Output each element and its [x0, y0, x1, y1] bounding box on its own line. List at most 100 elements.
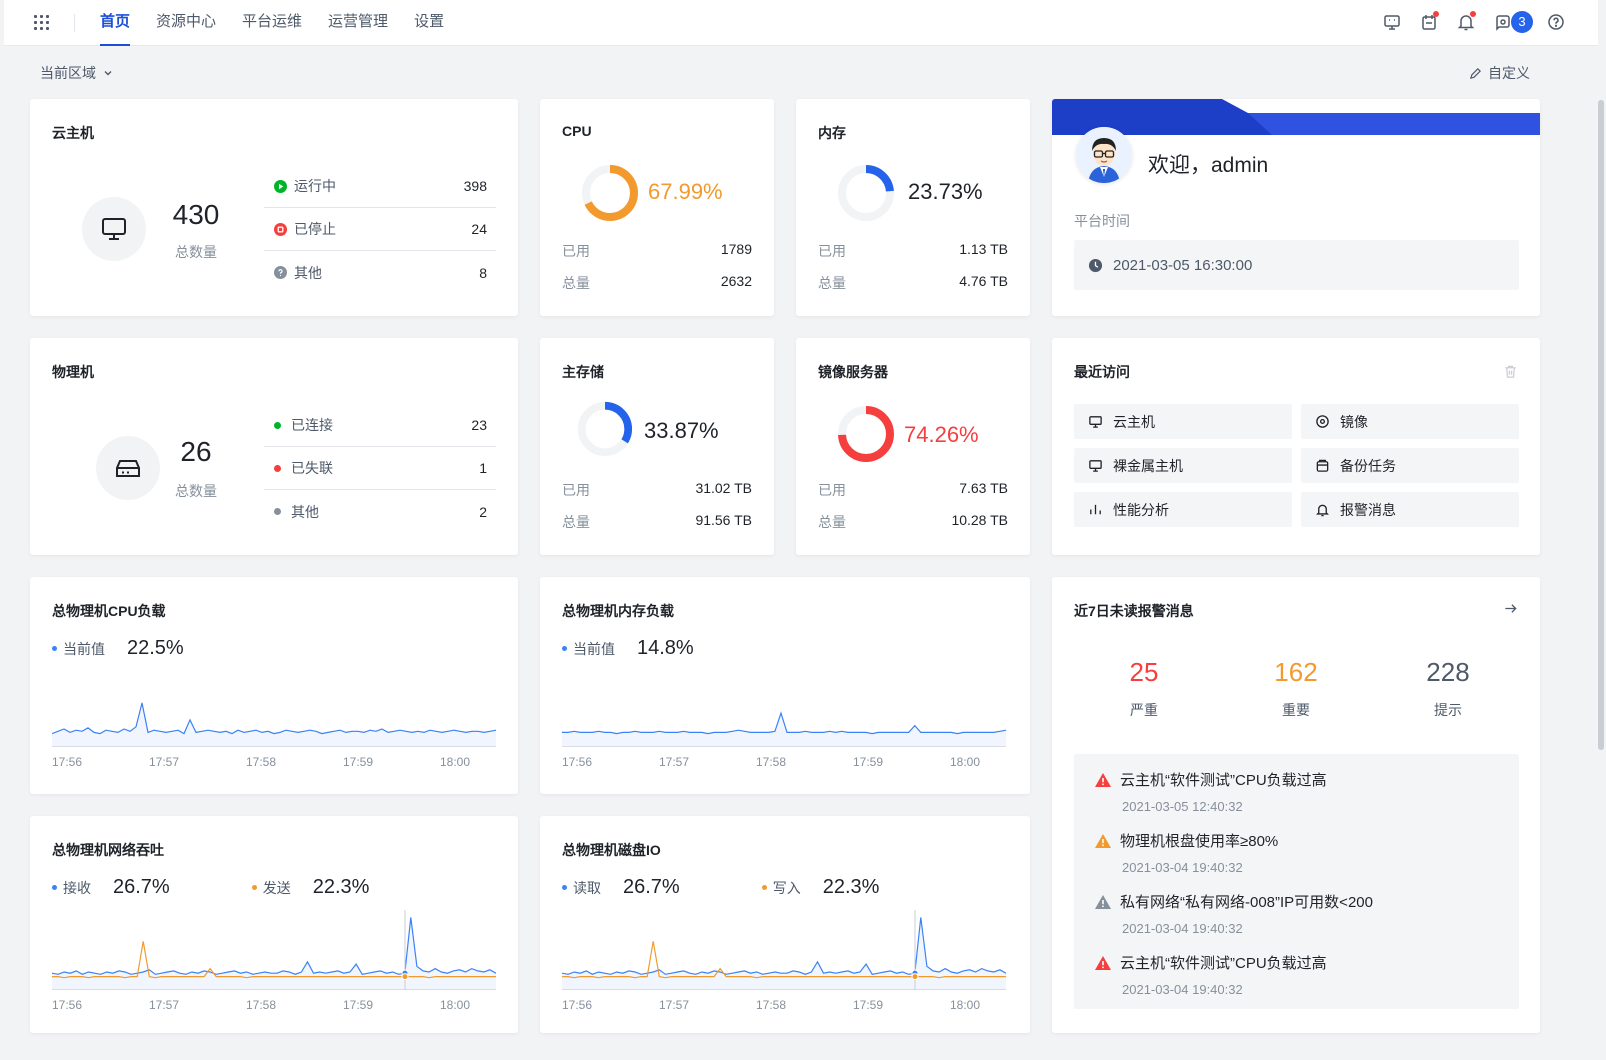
page-scrollbar[interactable]: [1598, 46, 1606, 1060]
mem-load-title: 总物理机内存负载: [562, 603, 674, 619]
mem-load-card[interactable]: 总物理机内存负载 当前值 14.8% 17:56 17:57 17:58 17:59 1…: [540, 577, 1030, 794]
nav-item-resource-center[interactable]: 资源中心: [156, 0, 216, 46]
image-server-card[interactable]: 镜像服务器 74.26% 已用 7.63 TB 总量 10.28 TB: [796, 338, 1030, 555]
disk-io-card[interactable]: 总物理机磁盘IO 读取 26.7% 写入 22.3% 17:56 17:57 17:…: [540, 816, 1030, 1033]
network-chart: [52, 910, 496, 990]
status-value: 1: [479, 460, 487, 476]
recent-item-backup[interactable]: 备份任务: [1301, 448, 1519, 483]
customize-label: 自定义: [1488, 65, 1530, 81]
image-server-card-title: 镜像服务器: [818, 364, 888, 380]
message-icon[interactable]: 3: [1491, 10, 1533, 34]
alert-time: 2021-03-04 19:40:32: [1122, 860, 1243, 875]
memory-card[interactable]: 内存 23.73% 已用 1.13 TB 总量 4.76 TB: [796, 99, 1030, 316]
mem-load-chart: [562, 711, 1006, 747]
nav-item-settings[interactable]: 设置: [414, 0, 444, 46]
vm-status-other[interactable]: 其他 8: [264, 251, 496, 294]
alert-item[interactable]: 私有网络“私有网络-008”IP可用数<200 2021-03-04 19:40…: [1094, 891, 1373, 936]
hover-point: [911, 973, 919, 981]
alert-item[interactable]: 云主机“软件测试”CPU负载过高 2021-03-04 19:40:32: [1094, 952, 1327, 997]
legend-dot: [52, 885, 57, 890]
warning-icon: [1095, 894, 1111, 909]
x-tick-label: 18:00: [950, 998, 981, 1012]
recent-item-label: 性能分析: [1113, 501, 1169, 518]
region-selector[interactable]: 当前区域: [40, 63, 114, 83]
warning-icon: [1095, 833, 1111, 848]
x-tick-label: 17:57: [659, 998, 690, 1012]
alert-count-major[interactable]: 162 重要: [1236, 657, 1356, 720]
bar-chart-icon: [1090, 504, 1101, 515]
recent-item-alarm[interactable]: 报警消息: [1301, 492, 1519, 527]
memory-card-title: 内存: [818, 125, 846, 141]
alert-count-value: 228: [1426, 657, 1470, 687]
alert-count-info[interactable]: 228 提示: [1388, 657, 1508, 720]
app-grid-icon[interactable]: [32, 13, 52, 33]
cpu-card[interactable]: CPU 67.99% 已用 1789 总量 2632: [540, 99, 774, 316]
image-server-percent: 74.26%: [904, 422, 979, 447]
recv-label: 接收: [63, 880, 91, 896]
write-value: 22.3%: [822, 876, 880, 898]
disk-io-current: 读取 26.7% 写入 22.3%: [562, 876, 879, 899]
read-label: 读取: [573, 880, 601, 896]
alert-count-critical[interactable]: 25 严重: [1084, 657, 1204, 720]
scrollbar-thumb[interactable]: [1598, 100, 1604, 750]
total-value: 4.76 TB: [959, 273, 1008, 289]
cpu-load-current: 当前值 22.5%: [52, 637, 184, 660]
bell-icon[interactable]: [1454, 10, 1478, 34]
host-status-connected[interactable]: 已连接 23: [264, 404, 496, 447]
bell-icon: [1316, 504, 1329, 517]
cpu-donut: [582, 165, 638, 221]
mem-load-current: 当前值 14.8%: [562, 637, 694, 660]
total-value: 2632: [720, 273, 752, 289]
alert-item[interactable]: 云主机“软件测试”CPU负载过高 2021-03-05 12:40:32: [1094, 769, 1327, 814]
alert-count-label: 重要: [1282, 702, 1310, 718]
trash-icon[interactable]: [1503, 364, 1518, 379]
alert-list: 云主机“软件测试”CPU负载过高 2021-03-05 12:40:32 物理机…: [1074, 754, 1519, 1009]
nav-item-home[interactable]: 首页: [100, 0, 131, 46]
used-value: 1789: [720, 241, 752, 257]
memory-donut: [838, 165, 894, 221]
toolbar-icons: 3: [1367, 10, 1568, 34]
host-status-other[interactable]: 其他 2: [264, 490, 496, 533]
vm-total: 430: [172, 199, 220, 230]
task-icon[interactable]: [1417, 10, 1441, 34]
x-tick-label: 17:57: [149, 998, 180, 1012]
host-card[interactable]: 物理机 26 总数量 已连接 23 已失联 1 其他 2: [30, 338, 518, 555]
alert-time: 2021-03-05 12:40:32: [1122, 799, 1243, 814]
arrow-right-icon[interactable]: [1503, 601, 1518, 616]
vm-status-running[interactable]: 运行中 398: [264, 165, 496, 208]
cpu-load-card[interactable]: 总物理机CPU负载 当前值 22.5% 17:56 17:57 17:58 17:59…: [30, 577, 518, 794]
alert-count-value: 162: [1274, 657, 1318, 687]
alert-item[interactable]: 物理机根盘使用率≥80% 2021-03-04 19:40:32: [1094, 830, 1278, 875]
welcome-card: 欢迎，admin 平台时间 2021-03-05 16:30:00: [1052, 99, 1540, 316]
x-tick-label: 17:56: [562, 998, 593, 1012]
avatar[interactable]: [1076, 127, 1132, 183]
recent-item-vm[interactable]: 云主机: [1074, 404, 1292, 439]
host-status-disconnected[interactable]: 已失联 1: [264, 447, 496, 490]
message-count-badge: 3: [1511, 11, 1533, 33]
vm-card-title: 云主机: [52, 125, 94, 141]
nav-item-operations[interactable]: 运营管理: [328, 0, 388, 46]
storage-used-row: 已用 31.02 TB: [562, 480, 752, 500]
network-card[interactable]: 总物理机网络吞吐 接收 26.7% 发送 22.3% 17:56 17:57 17:…: [30, 816, 518, 1033]
backup-icon: [1316, 459, 1329, 472]
recent-item-label: 备份任务: [1340, 457, 1396, 474]
alerts-title: 近7日未读报警消息: [1074, 603, 1194, 619]
recent-item-bare-metal[interactable]: 裸金属主机: [1074, 448, 1292, 483]
vm-total-label: 总数量: [175, 244, 217, 260]
alert-count-value: 25: [1129, 657, 1159, 687]
cpu-used-row: 已用 1789: [562, 241, 752, 261]
console-icon[interactable]: [1380, 10, 1404, 34]
customize-button[interactable]: 自定义: [1469, 63, 1530, 83]
vm-card[interactable]: 云主机 430 总数量 运行中 398 已停止 24 其他 8: [30, 99, 518, 316]
help-icon[interactable]: [1544, 10, 1568, 34]
cpu-load-title: 总物理机CPU负载: [52, 603, 166, 619]
recent-item-image[interactable]: 镜像: [1301, 404, 1519, 439]
stop-icon: [274, 222, 287, 236]
recent-item-performance[interactable]: 性能分析: [1074, 492, 1292, 527]
vm-status-stopped[interactable]: 已停止 24: [264, 208, 496, 251]
storage-card[interactable]: 主存储 33.87% 已用 31.02 TB 总量 91.56 TB: [540, 338, 774, 555]
recent-access-grid: 云主机 镜像 裸金属主机 备份任务 性能分析 报警消息: [1074, 404, 1519, 527]
monitor-icon: [82, 197, 146, 261]
nav-item-platform-ops[interactable]: 平台运维: [242, 0, 302, 46]
send-label: 发送: [262, 880, 291, 896]
